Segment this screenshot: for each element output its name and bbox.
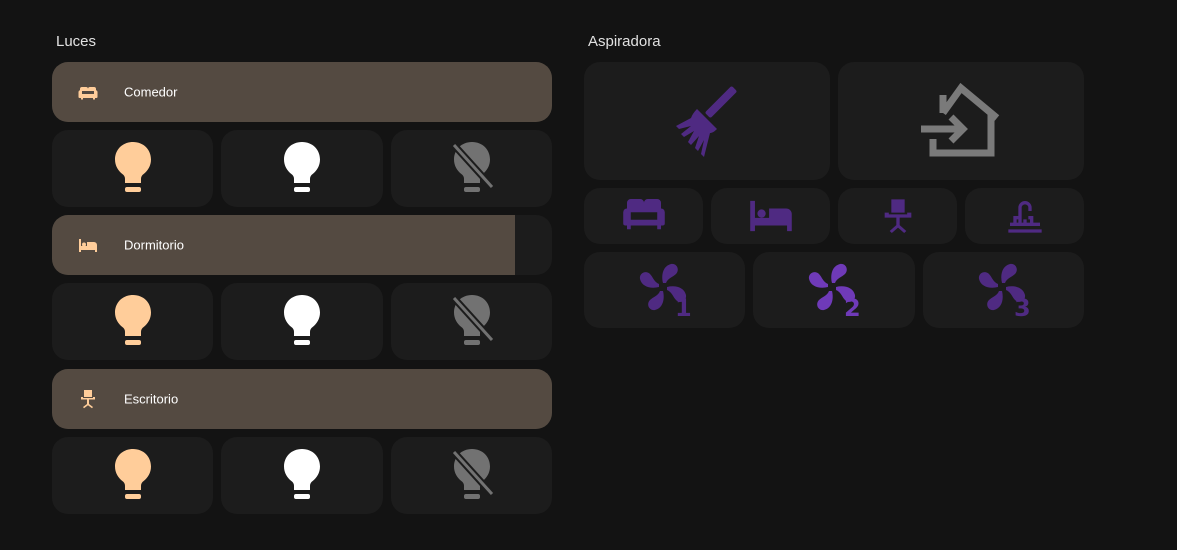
lights-section-title: Luces bbox=[56, 33, 97, 50]
warm-bulb-icon bbox=[113, 141, 153, 197]
start-cleaning-button[interactable] bbox=[584, 62, 830, 180]
room-slider-dormitorio[interactable]: Dormitorio bbox=[52, 215, 552, 275]
sofa-icon bbox=[76, 80, 100, 104]
room-slider-escritorio[interactable]: Escritorio bbox=[52, 369, 552, 429]
home-return-icon bbox=[919, 83, 1003, 159]
vacuum-room-sofa-button[interactable] bbox=[584, 188, 703, 244]
room-slider-comedor[interactable]: Comedor bbox=[52, 62, 552, 122]
bed-icon bbox=[748, 199, 794, 233]
faucet-icon bbox=[1005, 196, 1045, 236]
brightness-fill bbox=[52, 215, 515, 275]
light-off-button[interactable] bbox=[391, 437, 552, 514]
bed-icon bbox=[76, 233, 100, 257]
fan-speed-2-button[interactable]: 2 bbox=[753, 252, 915, 328]
fan-speed-1-button[interactable]: 1 bbox=[584, 252, 745, 328]
warm-light-button[interactable] bbox=[52, 130, 213, 207]
desk-chair-icon bbox=[878, 196, 918, 236]
vacuum-room-kitchen-button[interactable] bbox=[965, 188, 1084, 244]
light-off-button[interactable] bbox=[391, 283, 552, 360]
white-light-button[interactable] bbox=[221, 130, 383, 207]
fan-speed-1-label: 1 bbox=[675, 294, 692, 322]
broom-icon bbox=[667, 81, 747, 161]
warm-bulb-icon bbox=[113, 448, 153, 504]
sofa-icon bbox=[621, 199, 667, 233]
warm-bulb-icon bbox=[113, 294, 153, 350]
room-label: Dormitorio bbox=[124, 237, 184, 253]
light-off-button[interactable] bbox=[391, 130, 552, 207]
room-label: Escritorio bbox=[124, 391, 179, 407]
white-bulb-icon bbox=[282, 294, 322, 350]
white-bulb-icon bbox=[282, 448, 322, 504]
fan-speed-2-label: 2 bbox=[844, 294, 861, 322]
bulb-off-icon bbox=[448, 448, 496, 504]
bulb-off-icon bbox=[448, 294, 496, 350]
fan-speed-3-button[interactable]: 3 bbox=[923, 252, 1084, 328]
warm-light-button[interactable] bbox=[52, 283, 213, 360]
desk-chair-icon bbox=[76, 387, 100, 411]
white-bulb-icon bbox=[282, 141, 322, 197]
return-home-button[interactable] bbox=[838, 62, 1084, 180]
white-light-button[interactable] bbox=[221, 283, 383, 360]
vacuum-room-bed-button[interactable] bbox=[711, 188, 830, 244]
fan-speed-3-label: 3 bbox=[1014, 294, 1031, 322]
bulb-off-icon bbox=[448, 141, 496, 197]
room-label: Comedor bbox=[124, 84, 178, 100]
warm-light-button[interactable] bbox=[52, 437, 213, 514]
white-light-button[interactable] bbox=[221, 437, 383, 514]
vacuum-section-title: Aspiradora bbox=[588, 33, 661, 50]
vacuum-room-desk-button[interactable] bbox=[838, 188, 957, 244]
